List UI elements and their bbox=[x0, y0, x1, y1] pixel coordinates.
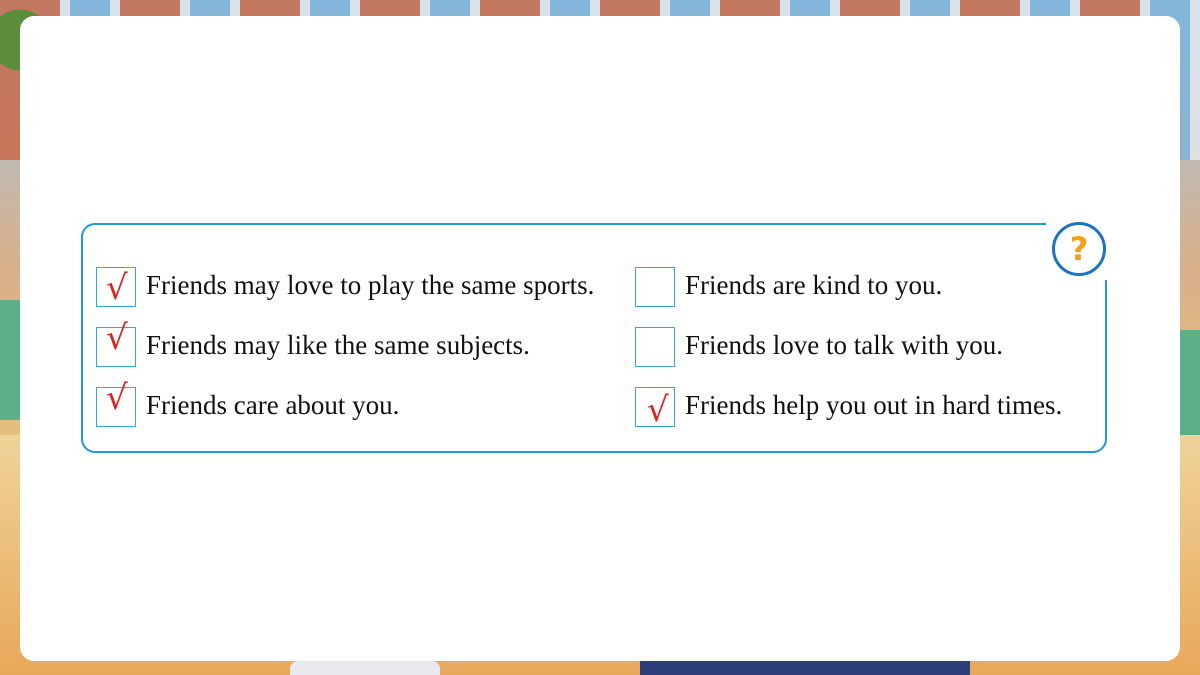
checklist-item-label: Friends may like the same subjects. bbox=[146, 330, 530, 360]
checklist-item-label: Friends help you out in hard times. bbox=[685, 390, 1063, 420]
checklist-item-label: Friends love to talk with you. bbox=[685, 330, 1003, 360]
checkbox[interactable] bbox=[635, 267, 675, 307]
checklist-item-label: Friends care about you. bbox=[146, 390, 400, 420]
checklist-item-label: Friends may love to play the same sports… bbox=[146, 270, 595, 300]
background-shoe bbox=[290, 661, 440, 675]
checkmark-icon: √ bbox=[647, 390, 669, 430]
checkbox[interactable] bbox=[635, 327, 675, 367]
question-mark-icon: ? bbox=[1069, 230, 1089, 268]
help-badge[interactable]: ? bbox=[1052, 222, 1106, 276]
checkmark-icon: √ bbox=[106, 318, 128, 358]
checkmark-icon: √ bbox=[106, 378, 128, 418]
checklist-item-label: Friends are kind to you. bbox=[685, 270, 943, 300]
checkmark-icon: √ bbox=[106, 268, 128, 308]
